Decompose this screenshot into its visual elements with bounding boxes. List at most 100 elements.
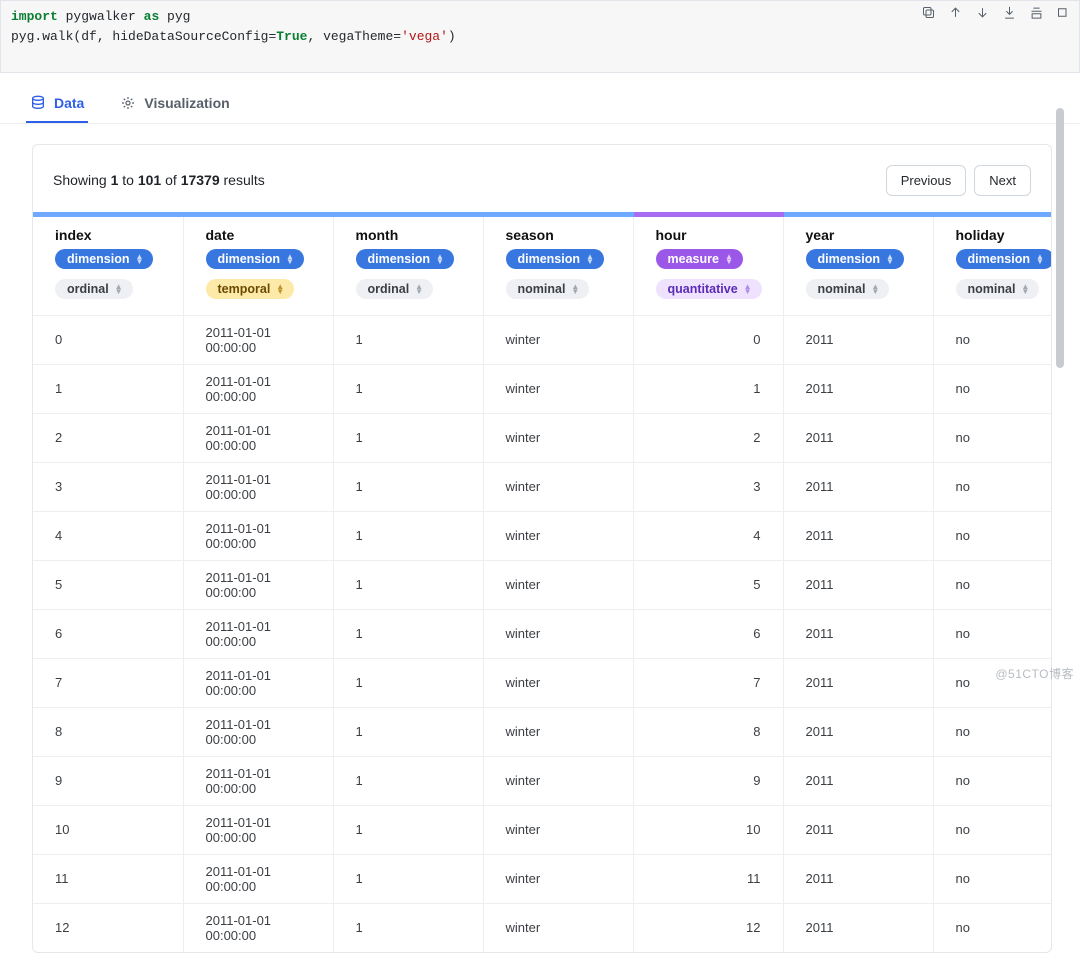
role-pill-holiday[interactable]: dimension▲▼ (956, 249, 1052, 269)
cell-holiday: no (933, 756, 1051, 805)
code-cell: import pygwalker as pyg pyg.walk(df, hid… (0, 0, 1080, 73)
viz-icon (120, 95, 136, 111)
sort-icon: ▲▼ (571, 284, 579, 294)
cell-date: 2011-01-01 00:00:00 (183, 609, 333, 658)
sort-icon: ▲▼ (744, 284, 752, 294)
role-pill-month[interactable]: dimension▲▼ (356, 249, 454, 269)
table-row: 102011-01-01 00:00:001winter102011no (33, 805, 1051, 854)
cell-holiday: no (933, 462, 1051, 511)
cell-month: 1 (333, 756, 483, 805)
copy-icon[interactable] (921, 5, 936, 27)
cell-month: 1 (333, 511, 483, 560)
next-button[interactable]: Next (974, 165, 1031, 196)
cell-hour: 9 (633, 756, 783, 805)
sort-icon: ▲▼ (1036, 254, 1044, 264)
sort-icon: ▲▼ (415, 284, 423, 294)
type-pill-index[interactable]: ordinal▲▼ (55, 279, 133, 299)
cell-month: 1 (333, 462, 483, 511)
type-pill-month[interactable]: ordinal▲▼ (356, 279, 434, 299)
cell-index: 5 (33, 560, 183, 609)
col-name: month (356, 227, 469, 243)
tab-data[interactable]: Data (26, 87, 88, 123)
cell-month: 1 (333, 413, 483, 462)
tab-visualization[interactable]: Visualization (116, 87, 233, 123)
type-pill-year[interactable]: nominal▲▼ (806, 279, 890, 299)
cell-date: 2011-01-01 00:00:00 (183, 364, 333, 413)
table-row: 22011-01-01 00:00:001winter22011no (33, 413, 1051, 462)
cell-date: 2011-01-01 00:00:00 (183, 511, 333, 560)
arrow-up-icon[interactable] (948, 5, 963, 27)
cell-date: 2011-01-01 00:00:00 (183, 805, 333, 854)
cell-year: 2011 (783, 903, 933, 952)
cell-hour: 3 (633, 462, 783, 511)
role-pill-hour[interactable]: measure▲▼ (656, 249, 743, 269)
cell-year: 2011 (783, 315, 933, 364)
role-pill-season[interactable]: dimension▲▼ (506, 249, 604, 269)
cell-date: 2011-01-01 00:00:00 (183, 560, 333, 609)
cell-holiday: no (933, 854, 1051, 903)
cell-year: 2011 (783, 511, 933, 560)
arrow-down-icon[interactable] (975, 5, 990, 27)
cell-season: winter (483, 413, 633, 462)
cell-hour: 8 (633, 707, 783, 756)
role-pill-index[interactable]: dimension▲▼ (55, 249, 153, 269)
table-row: 12011-01-01 00:00:001winter12011no (33, 364, 1051, 413)
cell-season: winter (483, 364, 633, 413)
cell-holiday: no (933, 805, 1051, 854)
cell-date: 2011-01-01 00:00:00 (183, 658, 333, 707)
more-icon[interactable] (1056, 5, 1071, 27)
cell-month: 1 (333, 707, 483, 756)
col-name: index (55, 227, 169, 243)
tab-viz-label: Visualization (144, 95, 229, 111)
cell-month: 1 (333, 854, 483, 903)
cell-season: winter (483, 609, 633, 658)
role-pill-date[interactable]: dimension▲▼ (206, 249, 304, 269)
cell-season: winter (483, 854, 633, 903)
role-pill-year[interactable]: dimension▲▼ (806, 249, 904, 269)
cell-year: 2011 (783, 756, 933, 805)
col-header-holiday: holidaydimension▲▼nominal▲▼ (933, 214, 1051, 315)
cell-month: 1 (333, 903, 483, 952)
database-icon (30, 95, 46, 111)
sort-icon: ▲▼ (886, 254, 894, 264)
kw-as: as (144, 9, 160, 24)
cell-hour: 11 (633, 854, 783, 903)
cell-year: 2011 (783, 854, 933, 903)
cell-holiday: no (933, 413, 1051, 462)
cell-hour: 6 (633, 609, 783, 658)
sort-icon: ▲▼ (286, 254, 294, 264)
download-icon[interactable] (1002, 5, 1017, 27)
col-name: year (806, 227, 919, 243)
col-header-year: year dimension▲▼ nominal▲▼ (783, 214, 933, 315)
col-header-index: index dimension▲▼ ordinal▲▼ (33, 214, 183, 315)
cell-season: winter (483, 707, 633, 756)
tab-bar: Data Visualization (0, 87, 1080, 124)
cell-index: 3 (33, 462, 183, 511)
cell-season: winter (483, 315, 633, 364)
cell-season: winter (483, 511, 633, 560)
cell-index: 6 (33, 609, 183, 658)
cell-index: 11 (33, 854, 183, 903)
table-row: 92011-01-01 00:00:001winter92011no (33, 756, 1051, 805)
col-name: hour (656, 227, 769, 243)
cell-holiday: no (933, 560, 1051, 609)
scrollbar[interactable] (1056, 108, 1064, 368)
type-pill-date[interactable]: temporal▲▼ (206, 279, 295, 299)
cell-hour: 2 (633, 413, 783, 462)
cell-date: 2011-01-01 00:00:00 (183, 756, 333, 805)
prev-button[interactable]: Previous (886, 165, 967, 196)
type-pill-hour[interactable]: quantitative▲▼ (656, 279, 762, 299)
cell-index: 2 (33, 413, 183, 462)
type-pill-season[interactable]: nominal▲▼ (506, 279, 590, 299)
type-pill-holiday[interactable]: nominal▲▼ (956, 279, 1040, 299)
sort-icon: ▲▼ (871, 284, 879, 294)
table-row: 122011-01-01 00:00:001winter122011no (33, 903, 1051, 952)
sort-icon: ▲▼ (276, 284, 284, 294)
launch-icon[interactable] (1029, 5, 1044, 27)
cell-hour: 5 (633, 560, 783, 609)
kw-import: import (11, 9, 58, 24)
cell-year: 2011 (783, 462, 933, 511)
table-row: 82011-01-01 00:00:001winter82011no (33, 707, 1051, 756)
cell-hour: 4 (633, 511, 783, 560)
cell-season: winter (483, 462, 633, 511)
